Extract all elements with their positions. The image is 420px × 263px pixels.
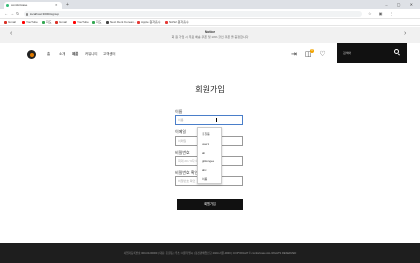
bookmark-label: Gmail	[8, 20, 16, 24]
bookmark-icon	[73, 20, 76, 24]
autocomplete-dropdown: 홍길동 user1 ab gildongee abc 이름	[197, 127, 222, 184]
nav-item-about[interactable]: 소개	[59, 52, 65, 57]
nav-item-products[interactable]: 제품	[72, 52, 78, 57]
logo[interactable]	[27, 50, 36, 59]
browser-tab-bar	[0, 0, 420, 9]
email-label: 이메일	[175, 129, 187, 134]
tab-close-icon[interactable]: ✕	[55, 2, 58, 9]
footer-text: 사업자등록번호 000-00-00000 | 대표: 홍길동 | 주소: 서울특…	[123, 252, 297, 255]
signup-button[interactable]: 회원가입	[177, 199, 243, 210]
bookmark-label: Apple 원자흡수	[141, 20, 161, 24]
nav-item-support[interactable]: 고객센터	[103, 52, 115, 57]
bookmark-item[interactable]: Gmail	[4, 20, 16, 25]
search-icon[interactable]	[394, 49, 399, 54]
bookmark-icon	[22, 20, 25, 24]
bookmark-label: YouTube	[77, 20, 89, 24]
browser-tab[interactable]: comfortcase	[4, 2, 62, 9]
bookmark-icon	[106, 20, 109, 24]
nav-item-community[interactable]: 커뮤니티	[85, 52, 97, 57]
autocomplete-option[interactable]: 이름	[202, 177, 207, 181]
bookmark-icon	[92, 20, 95, 24]
text-caret	[216, 118, 217, 122]
url-text: localhost:3000/signup	[30, 12, 60, 16]
bookmark-item[interactable]: 지도	[42, 20, 52, 25]
bookmark-icon	[55, 20, 58, 24]
bookmark-item[interactable]: YouTube	[22, 20, 38, 25]
new-tab-button[interactable]: +	[66, 2, 69, 9]
reload-icon[interactable]: ↻	[16, 10, 19, 18]
wishlist-icon[interactable]: ♡	[319, 51, 325, 58]
autocomplete-option[interactable]: abc	[202, 168, 207, 172]
autocomplete-option[interactable]: ab	[202, 151, 205, 155]
bookmark-item[interactable]: NAS2 원자흡수	[165, 20, 189, 25]
cart-count-badge: 0	[310, 49, 314, 53]
bookmark-icon	[137, 20, 140, 24]
bookmark-label: Gmail	[59, 20, 67, 24]
bookmark-item[interactable]: YouTube	[73, 20, 89, 25]
bookmark-label: Next Dent Korean...	[110, 20, 137, 24]
page-title: 회원가입	[195, 85, 225, 94]
bookmark-label: 지도	[96, 20, 102, 24]
bookmark-label: NAS2 원자흡수	[169, 20, 189, 24]
autocomplete-option[interactable]: 홍길동	[202, 132, 210, 136]
bookmark-icon	[4, 20, 7, 24]
notice-title: Notice	[204, 30, 216, 34]
nav-item-home[interactable]: 홈	[47, 52, 50, 57]
bookmark-icon	[165, 20, 168, 24]
bookmark-item[interactable]: Next Dent Korean...	[106, 20, 136, 25]
back-icon[interactable]: ←	[4, 10, 8, 18]
forward-icon[interactable]: →	[10, 10, 14, 18]
bookmark-item[interactable]: 지도	[92, 20, 102, 25]
login-icon[interactable]: ⇥	[291, 51, 297, 58]
bookmark-item[interactable]: Gmail	[55, 20, 67, 25]
tab-title: comfortcase	[11, 3, 28, 7]
header-icons[interactable]: ⇥ ◫ ♡	[291, 50, 326, 59]
browser-toolbar-icons[interactable]: ☆ ▣ ⋮	[368, 10, 397, 18]
search-input[interactable]: 검색어	[343, 51, 351, 55]
bookmark-item[interactable]: Apple 원자흡수	[137, 20, 161, 25]
autocomplete-option[interactable]: gildongee	[202, 159, 214, 163]
name-field[interactable]: 이름	[175, 115, 243, 125]
bookmark-label: YouTube	[26, 20, 38, 24]
notice-text: 회 원 가입 시 무료 배송 쿠폰 및 10% 할인 쿠폰 을 증정합니다	[171, 35, 249, 39]
autocomplete-option[interactable]: user1	[202, 142, 209, 146]
lock-icon	[26, 12, 28, 16]
address-bar[interactable]: localhost:3000/signup	[24, 11, 362, 17]
bookmark-icon	[42, 20, 45, 24]
window-controls[interactable]: – ▢ ✕	[385, 1, 417, 8]
favicon-icon	[6, 4, 9, 7]
bookmark-label: 지도	[46, 20, 52, 24]
